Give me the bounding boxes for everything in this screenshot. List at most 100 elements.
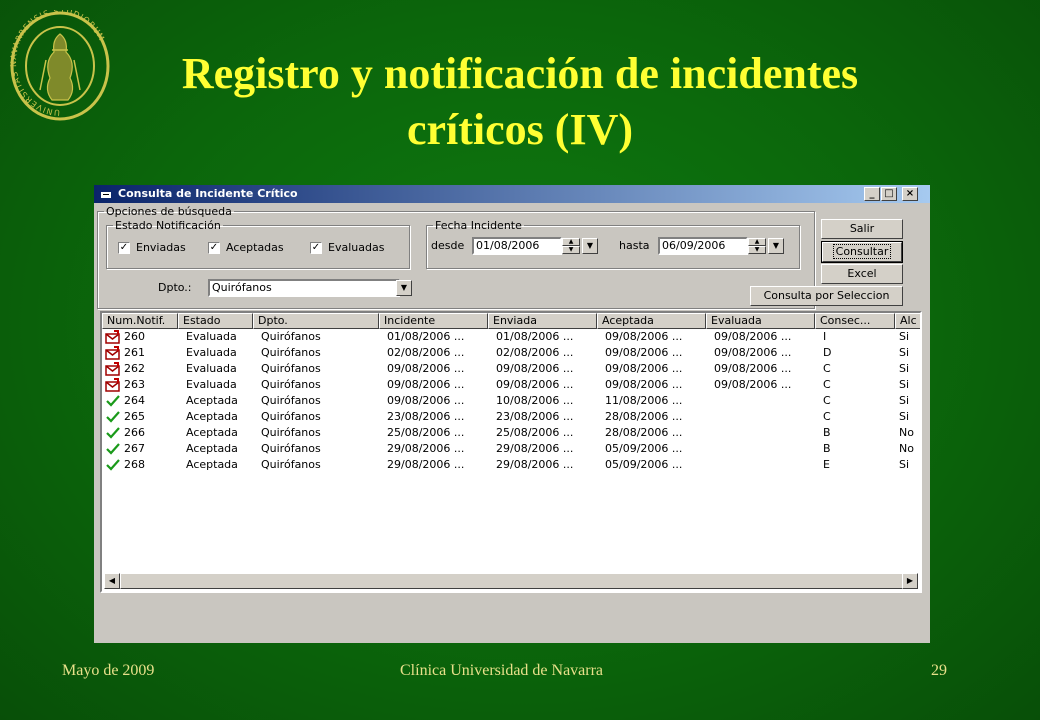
cell-alcance: No	[899, 426, 914, 439]
app-icon	[101, 190, 111, 198]
cell-incidente: 09/08/2006 ...	[387, 362, 465, 375]
cell-incidente: 25/08/2006 ...	[387, 426, 465, 439]
cell-aceptada: 11/08/2006 ...	[605, 394, 683, 407]
dpto-label: Dpto.:	[158, 281, 192, 294]
table-row[interactable]: 260 Evaluada Quirófanos 01/08/2006 ... 01/08…	[102, 329, 920, 345]
cell-enviada: 23/08/2006 ...	[496, 410, 574, 423]
consulta-window: Consulta de Incidente Crítico _ □ × Opci…	[94, 185, 930, 643]
cell-enviada: 09/08/2006 ...	[496, 362, 574, 375]
hasta-spin-down-icon[interactable]: ▼	[748, 246, 766, 254]
desde-dropdown-arrow-icon[interactable]: ▼	[582, 238, 598, 254]
cell-aceptada: 05/09/2006 ...	[605, 458, 683, 471]
table-row[interactable]: 266 Aceptada Quirófanos 25/08/2006 ... 25/08…	[102, 425, 920, 441]
incidents-list[interactable]: Num.Notif. Estado Dpto. Incidente Enviad…	[100, 311, 922, 593]
cell-num-notif: 260	[124, 330, 145, 343]
col-header-alcance[interactable]: Alc	[895, 313, 920, 329]
cell-enviada: 10/08/2006 ...	[496, 394, 574, 407]
col-header-dpto[interactable]: Dpto.	[253, 313, 379, 329]
col-header-aceptada[interactable]: Aceptada	[597, 313, 706, 329]
desde-spin-up-icon[interactable]: ▲	[562, 238, 580, 246]
cell-dpto: Quirófanos	[261, 394, 321, 407]
table-row[interactable]: 261 Evaluada Quirófanos 02/08/2006 ... 02/08…	[102, 345, 920, 361]
scroll-right-arrow-icon[interactable]: ▶	[902, 573, 918, 589]
dpto-select[interactable]: Quirófanos	[208, 279, 400, 297]
cell-evaluada: 09/08/2006 ...	[714, 378, 792, 391]
col-header-num-notif[interactable]: Num.Notif.	[102, 313, 178, 329]
salir-button[interactable]: Salir	[821, 219, 903, 239]
cell-aceptada: 05/09/2006 ...	[605, 442, 683, 455]
horizontal-scrollbar[interactable]: ◀ ▶	[104, 573, 918, 589]
table-row[interactable]: 264 Aceptada Quirófanos 09/08/2006 ... 10/08…	[102, 393, 920, 409]
cell-num-notif: 262	[124, 362, 145, 375]
checkbox-aceptadas-label: Aceptadas	[226, 241, 284, 254]
col-header-estado[interactable]: Estado	[178, 313, 253, 329]
cell-aceptada: 09/08/2006 ...	[605, 330, 683, 343]
table-row[interactable]: 267 Aceptada Quirófanos 29/08/2006 ... 29/08…	[102, 441, 920, 457]
hasta-date-input[interactable]: 06/09/2006	[658, 237, 748, 255]
table-row[interactable]: 262 Evaluada Quirófanos 09/08/2006 ... 09/08…	[102, 361, 920, 377]
hasta-spinner[interactable]: ▲ ▼	[748, 238, 766, 254]
cell-evaluada: 09/08/2006 ...	[714, 346, 792, 359]
desde-spin-down-icon[interactable]: ▼	[562, 246, 580, 254]
cell-enviada: 29/08/2006 ...	[496, 442, 574, 455]
minimize-button[interactable]: _	[864, 187, 880, 201]
cell-aceptada: 09/08/2006 ...	[605, 362, 683, 375]
cell-estado: Aceptada	[186, 426, 238, 439]
checkbox-evaluadas-box[interactable]: ✓	[310, 242, 322, 254]
col-header-enviada[interactable]: Enviada	[488, 313, 597, 329]
cell-incidente: 02/08/2006 ...	[387, 346, 465, 359]
cell-alcance: Si	[899, 362, 910, 375]
cell-incidente: 09/08/2006 ...	[387, 394, 465, 407]
cell-incidente: 01/08/2006 ...	[387, 330, 465, 343]
cell-consecuencia: D	[823, 346, 832, 359]
checkmark-icon	[106, 395, 120, 407]
slide-title: Registro y notificación de incidentes cr…	[120, 46, 920, 158]
checkbox-enviadas-box[interactable]: ✓	[118, 242, 130, 254]
scroll-left-arrow-icon[interactable]: ◀	[104, 573, 120, 589]
cell-enviada: 29/08/2006 ...	[496, 458, 574, 471]
table-row[interactable]: 268 Aceptada Quirófanos 29/08/2006 ... 29/08…	[102, 457, 920, 473]
cell-enviada: 09/08/2006 ...	[496, 378, 574, 391]
excel-button[interactable]: Excel	[821, 264, 903, 284]
table-row[interactable]: 263 Evaluada Quirófanos 09/08/2006 ... 09/08…	[102, 377, 920, 393]
cell-evaluada: 09/08/2006 ...	[714, 330, 792, 343]
col-header-evaluada[interactable]: Evaluada	[706, 313, 815, 329]
hasta-label: hasta	[619, 239, 650, 252]
cell-estado: Aceptada	[186, 394, 238, 407]
hasta-spin-up-icon[interactable]: ▲	[748, 238, 766, 246]
table-row[interactable]: 265 Aceptada Quirófanos 23/08/2006 ... 23/08…	[102, 409, 920, 425]
window-titlebar[interactable]: Consulta de Incidente Crítico _ □ ×	[94, 185, 930, 203]
slide-title-line2: críticos (IV)	[406, 105, 633, 154]
cell-num-notif: 263	[124, 378, 145, 391]
col-header-consecuencia[interactable]: Consec...	[815, 313, 895, 329]
cell-consecuencia: B	[823, 426, 831, 439]
fecha-legend: Fecha Incidente	[435, 219, 522, 232]
university-seal-logo: UNIVERSITAS NAVARRENSIS STUDIORUM	[10, 10, 110, 121]
desde-date-input[interactable]: 01/08/2006	[472, 237, 562, 255]
cell-estado: Aceptada	[186, 458, 238, 471]
col-header-incidente[interactable]: Incidente	[379, 313, 488, 329]
desde-spinner[interactable]: ▲ ▼	[562, 238, 580, 254]
close-button[interactable]: ×	[902, 187, 918, 201]
desde-label: desde	[431, 239, 465, 252]
scroll-thumb[interactable]	[120, 573, 910, 589]
cell-aceptada: 28/08/2006 ...	[605, 410, 683, 423]
consultar-button[interactable]: Consultar	[821, 241, 903, 263]
cell-consecuencia: C	[823, 362, 831, 375]
maximize-button[interactable]: □	[881, 187, 897, 201]
cell-consecuencia: E	[823, 458, 830, 471]
cell-enviada: 25/08/2006 ...	[496, 426, 574, 439]
cell-alcance: Si	[899, 346, 910, 359]
checkbox-aceptadas-box[interactable]: ✓	[208, 242, 220, 254]
cell-alcance: Si	[899, 410, 910, 423]
cell-incidente: 09/08/2006 ...	[387, 378, 465, 391]
dpto-dropdown-arrow-icon[interactable]: ▼	[396, 280, 412, 296]
cell-estado: Aceptada	[186, 442, 238, 455]
consulta-por-seleccion-button[interactable]: Consulta por Seleccion	[750, 286, 903, 306]
cell-evaluada: 09/08/2006 ...	[714, 362, 792, 375]
cell-aceptada: 09/08/2006 ...	[605, 346, 683, 359]
cell-incidente: 29/08/2006 ...	[387, 442, 465, 455]
cell-alcance: Si	[899, 458, 910, 471]
hasta-dropdown-arrow-icon[interactable]: ▼	[768, 238, 784, 254]
footer-institution: Clínica Universidad de Navarra	[400, 662, 604, 679]
